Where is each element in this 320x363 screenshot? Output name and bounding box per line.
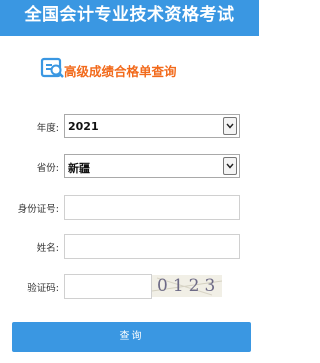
year-value: 2021	[68, 120, 99, 133]
captcha-field[interactable]	[64, 274, 152, 299]
name-label: 姓名:	[36, 243, 59, 254]
captcha-row: 验证码: 0123	[0, 274, 259, 300]
query-button-label: 查询	[119, 331, 144, 342]
name-row: 姓名:	[0, 234, 259, 260]
year-select[interactable]: 2021	[64, 114, 240, 138]
page-header: 全国会计专业技术资格考试	[0, 0, 259, 36]
page-title: 全国会计专业技术资格考试	[24, 5, 235, 25]
year-row: 年度: 2021	[0, 114, 259, 140]
name-field[interactable]	[64, 234, 240, 259]
id-number-field[interactable]	[64, 195, 240, 220]
id-number-row: 身份证号:	[0, 195, 259, 221]
id-number-label: 身份证号:	[17, 204, 59, 215]
province-label: 省份:	[36, 163, 59, 174]
province-select[interactable]: 新疆	[64, 154, 240, 178]
captcha-text: 0123	[157, 276, 221, 296]
province-value: 新疆	[68, 162, 90, 175]
captcha-image[interactable]: 0123	[152, 275, 222, 297]
query-button[interactable]: 查询	[12, 322, 251, 352]
year-label: 年度:	[36, 123, 59, 134]
subtitle-text: 高级成绩合格单查询	[64, 64, 177, 79]
province-row: 省份: 新疆	[0, 154, 259, 180]
chevron-down-icon[interactable]	[223, 157, 237, 175]
chevron-down-icon[interactable]	[223, 117, 237, 135]
captcha-label: 验证码:	[27, 283, 59, 294]
